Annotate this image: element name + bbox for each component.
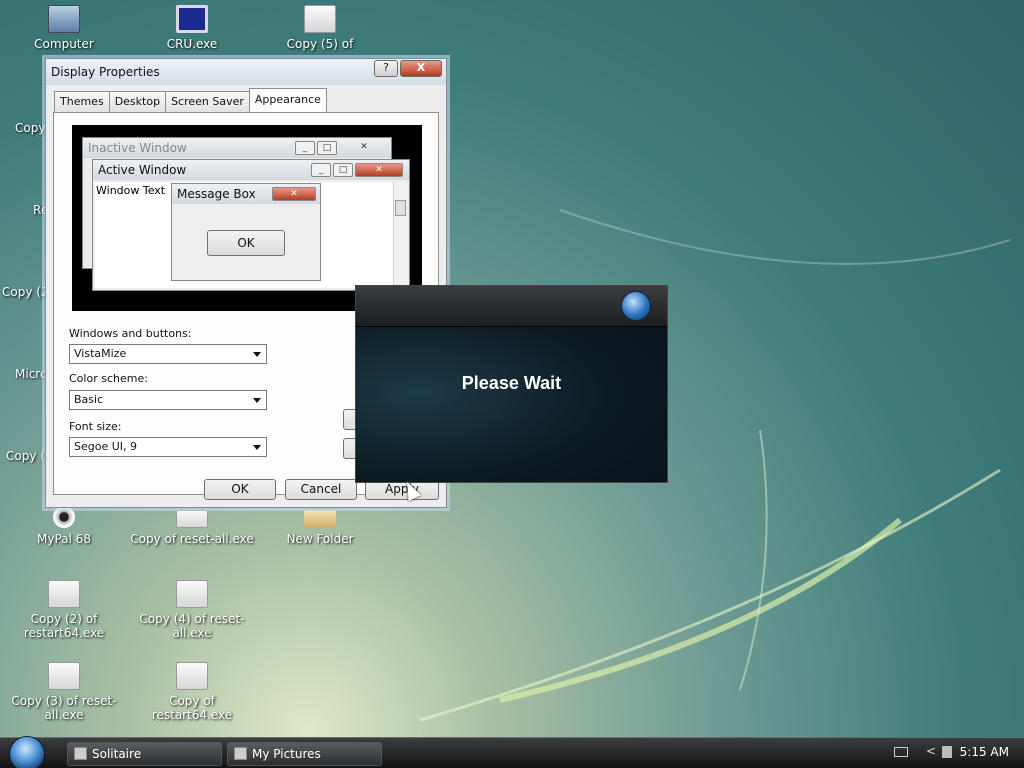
help-button[interactable]: ?: [374, 60, 398, 77]
cancel-button[interactable]: Cancel: [285, 479, 357, 500]
preview-inactive-title: Inactive Window _ □ ✕: [83, 138, 391, 158]
monitor-icon: [176, 5, 208, 33]
start-button[interactable]: [9, 736, 45, 768]
preview-scroll-thumb: [395, 200, 406, 216]
system-tray: < 5:15 AM: [888, 738, 1024, 768]
desktop-icon-cru[interactable]: CRU.exe: [130, 5, 254, 51]
preview-scrollbar: [393, 182, 407, 288]
window-title: Display Properties: [51, 65, 160, 79]
desktop-icon-copy-restart64[interactable]: Copy of restart64.exe: [130, 662, 254, 722]
desktop-icon-label-partial[interactable]: Micro: [15, 367, 47, 381]
preview-ok-button: OK: [207, 230, 285, 256]
clock[interactable]: 5:15 AM: [960, 745, 1009, 759]
chevron-down-icon: [253, 398, 261, 403]
taskbar: Solitaire My Pictures < 5:15 AM: [0, 736, 1024, 768]
close-icon: ✕: [355, 163, 403, 177]
font-size-select[interactable]: Segoe UI, 9: [69, 437, 267, 457]
tab-appearance[interactable]: Appearance: [248, 88, 327, 112]
desktop-icon-label: Copy (4) of reset-all.exe: [139, 612, 245, 640]
appearance-preview: Inactive Window _ □ ✕ Active Window _ □ …: [72, 125, 422, 311]
desktop-icon-copy5[interactable]: Copy (5) of: [258, 5, 382, 51]
preview-message-title: Message Box ✕: [172, 184, 320, 204]
preview-inactive-title-text: Inactive Window: [88, 141, 187, 155]
file-icon: [48, 580, 80, 608]
windows-buttons-select[interactable]: VistaMize: [69, 344, 267, 364]
desktop-icon-label: MyPal 68: [37, 532, 91, 546]
desktop-icon-label-partial[interactable]: Copy: [15, 121, 45, 135]
taskbar-item-label: Solitaire: [92, 747, 142, 761]
file-icon: [176, 510, 208, 528]
taskbar-item-solitaire[interactable]: Solitaire: [67, 742, 222, 766]
color-scheme-select[interactable]: Basic: [69, 390, 267, 410]
file-icon: [176, 662, 208, 690]
folder-icon: [304, 510, 336, 528]
color-scheme-label: Color scheme:: [69, 372, 148, 385]
desktop-icon-label: Copy of reset-all.exe: [130, 532, 254, 546]
desktop-icon-copy2-restart64[interactable]: Copy (2) of restart64.exe: [2, 580, 126, 640]
desktop-icon-copy4-reset-all[interactable]: Copy (4) of reset-all.exe: [130, 580, 254, 640]
window-titlebar[interactable]: Display Properties ? X: [46, 59, 446, 85]
preview-active-title: Active Window _ □ ✕: [93, 160, 409, 180]
desktop-icon-label: Copy (3) of reset-all.exe: [11, 694, 117, 722]
tab-desktop[interactable]: Desktop: [108, 91, 167, 112]
please-wait-dialog: Please Wait: [355, 285, 668, 483]
desktop-icon-label: New Folder: [286, 532, 354, 546]
file-icon: [176, 580, 208, 608]
pal-icon: [53, 506, 75, 528]
tab-strip: Themes Desktop Screen Saver Appearance: [54, 88, 327, 112]
tab-themes[interactable]: Themes: [54, 91, 110, 112]
preview-message-box: Message Box ✕ OK: [171, 183, 321, 281]
desktop-icon-label: Copy (5) of: [286, 37, 354, 51]
close-icon: ✕: [272, 187, 316, 201]
close-icon: ✕: [360, 142, 368, 152]
preview-message-title-text: Message Box: [177, 187, 256, 201]
font-size-label: Font size:: [69, 420, 122, 433]
chevron-down-icon: [253, 445, 261, 450]
folder-icon: [234, 747, 247, 760]
network-icon[interactable]: [942, 746, 952, 758]
preview-window-text: Window Text: [96, 184, 166, 197]
computer-icon: [48, 5, 80, 33]
ok-button[interactable]: OK: [204, 479, 276, 500]
file-icon: [48, 662, 80, 690]
desktop-icon-computer[interactable]: Computer: [2, 5, 126, 51]
solitaire-icon: [74, 747, 87, 760]
color-scheme-value: Basic: [74, 393, 104, 406]
close-button[interactable]: X: [400, 60, 442, 77]
desktop-icon-label: Computer: [34, 37, 94, 51]
maximize-icon: □: [317, 141, 337, 155]
desktop-icon-copy3-reset-all[interactable]: Copy (3) of reset-all.exe: [2, 662, 126, 722]
taskbar-item-label: My Pictures: [252, 747, 321, 761]
taskbar-item-my-pictures[interactable]: My Pictures: [227, 742, 382, 766]
desktop-icon-label: Copy of restart64.exe: [151, 694, 233, 722]
windows-logo-icon: [621, 291, 651, 321]
preview-active-title-text: Active Window: [98, 163, 187, 177]
please-wait-message: Please Wait: [461, 373, 562, 393]
font-size-value: Segoe UI, 9: [74, 440, 138, 453]
file-icon: [304, 5, 336, 33]
tray-expand-icon[interactable]: <: [926, 744, 936, 758]
desktop-icon-label-partial[interactable]: Copy (: [6, 449, 45, 463]
tab-screen-saver[interactable]: Screen Saver: [165, 91, 250, 112]
minimize-icon: _: [295, 141, 315, 155]
please-wait-header: [356, 286, 667, 327]
keyboard-icon[interactable]: [894, 747, 908, 757]
chevron-down-icon: [253, 352, 261, 357]
desktop-icon-label: CRU.exe: [166, 37, 218, 51]
minimize-icon: _: [311, 163, 331, 177]
windows-buttons-value: VistaMize: [74, 347, 127, 360]
desktop-icon-label: Copy (2) of restart64.exe: [23, 612, 105, 640]
desktop-icon-label-partial[interactable]: Copy (2: [2, 285, 49, 299]
maximize-icon: □: [333, 163, 353, 177]
windows-buttons-label: Windows and buttons:: [69, 327, 192, 340]
